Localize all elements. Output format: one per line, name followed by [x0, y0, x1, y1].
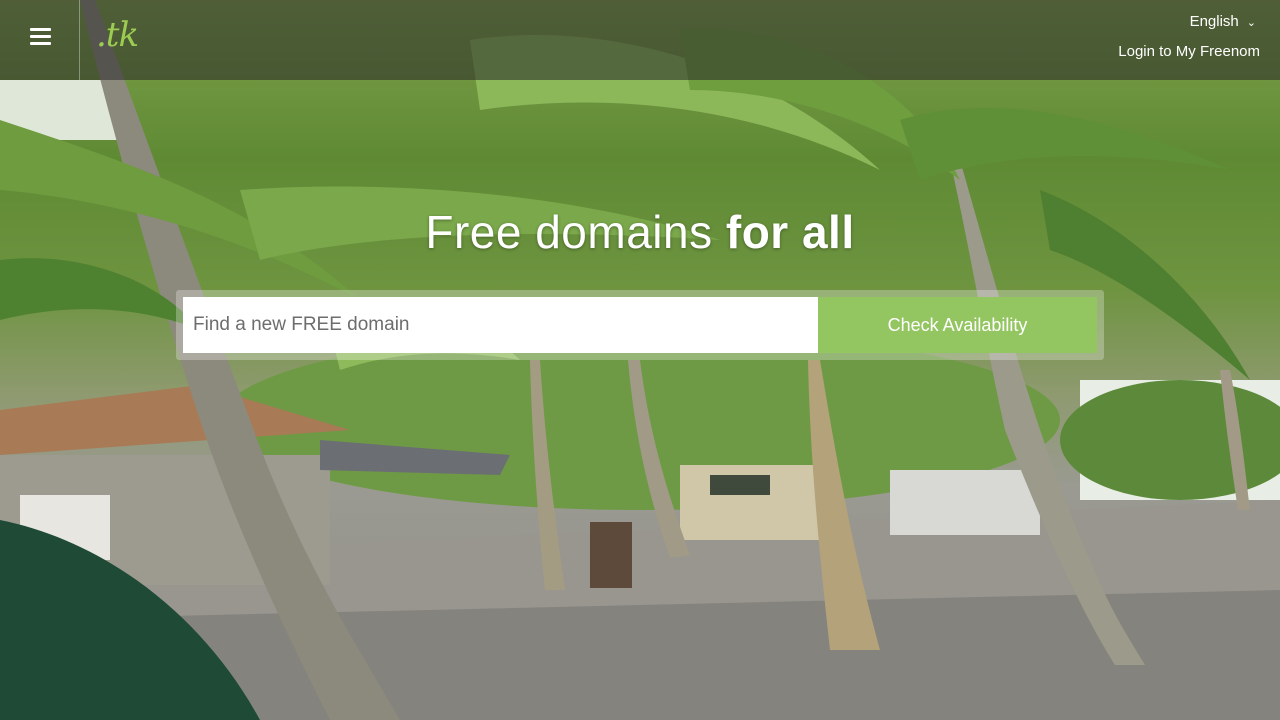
menu-button[interactable]	[0, 0, 80, 80]
check-availability-button[interactable]: Check Availability	[818, 297, 1097, 353]
site-logo[interactable]: .tk	[96, 18, 139, 52]
top-navigation-bar: .tk English ⌄ Login to My Freenom	[0, 0, 1280, 80]
domain-search-form: Check Availability	[176, 290, 1104, 360]
login-link[interactable]: Login to My Freenom	[1118, 43, 1260, 60]
hero-title: Free domains for all	[0, 205, 1280, 259]
chevron-down-icon: ⌄	[1246, 17, 1256, 29]
hamburger-menu-icon	[30, 28, 51, 46]
language-label: English	[1189, 13, 1239, 30]
hero-title-bold: for all	[725, 206, 855, 258]
domain-search-input[interactable]	[183, 297, 818, 353]
language-selector[interactable]: English ⌄	[1190, 13, 1256, 30]
hero-title-light: Free domains	[425, 206, 726, 258]
background-photo	[0, 0, 1280, 720]
